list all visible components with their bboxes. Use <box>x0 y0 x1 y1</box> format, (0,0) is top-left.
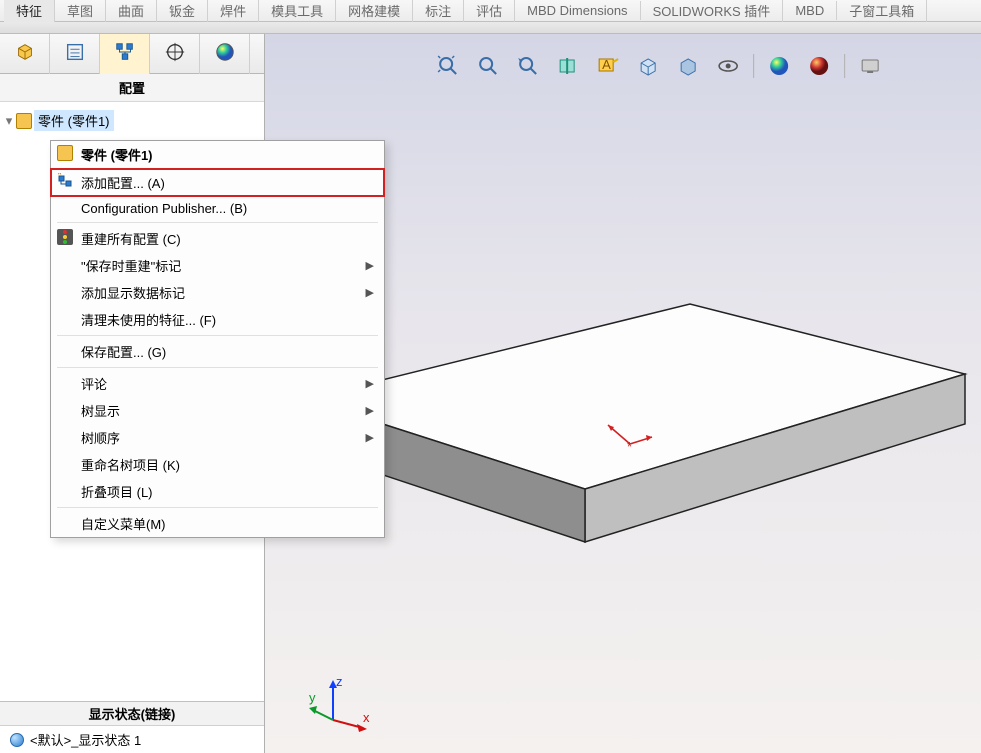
ctx-item-label: "保存时重建"标记 <box>81 256 181 275</box>
separator <box>57 367 378 368</box>
ctx-tree-order[interactable]: 树顺序 ▶ <box>51 424 384 451</box>
fm-tab-property[interactable] <box>50 34 100 74</box>
context-menu: 零件 (零件1) * 添加配置... (A) Configuration Pub… <box>50 140 385 538</box>
display-style-button[interactable] <box>673 52 703 80</box>
submenu-arrow-icon: ▶ <box>366 404 374 417</box>
ctx-item-label: 树顺序 <box>81 428 120 447</box>
separator <box>57 222 378 223</box>
ctx-item-label: 折叠项目 (L) <box>81 482 153 501</box>
tab-evaluate[interactable]: 评估 <box>464 0 515 22</box>
part-icon <box>16 113 32 129</box>
svg-text:A: A <box>602 57 611 72</box>
tab-features[interactable]: 特征 <box>4 0 55 22</box>
fm-tab-dimxpert[interactable] <box>150 34 200 74</box>
submenu-arrow-icon: ▶ <box>366 286 374 299</box>
ctx-add-configuration[interactable]: * 添加配置... (A) <box>51 169 384 196</box>
target-icon <box>164 41 186 66</box>
fm-tab-appearance[interactable] <box>200 34 250 74</box>
tab-mbd-dim[interactable]: MBD Dimensions <box>515 1 640 20</box>
view-settings-button[interactable] <box>855 52 885 80</box>
ctx-item-label: 清理未使用的特征... (F) <box>81 310 216 329</box>
ribbon-subbar <box>0 22 981 34</box>
svg-text:*: * <box>627 439 632 454</box>
view-orientation-button[interactable] <box>633 52 663 80</box>
ctx-configuration-publisher[interactable]: Configuration Publisher... (B) <box>51 196 384 220</box>
edit-appearance-button[interactable] <box>764 52 794 80</box>
tree-expand-icon[interactable]: ▾ <box>4 113 14 129</box>
tab-child-toolbox[interactable]: 子窗工具箱 <box>837 0 927 22</box>
separator <box>57 507 378 508</box>
cube-icon <box>14 41 36 66</box>
tab-sheetmetal[interactable]: 钣金 <box>157 0 208 22</box>
submenu-arrow-icon: ▶ <box>366 431 374 444</box>
ctx-item-label: 重命名树项目 (K) <box>81 455 180 474</box>
ctx-add-display-mark[interactable]: 添加显示数据标记 ▶ <box>51 279 384 306</box>
ctx-item-label: 添加显示数据标记 <box>81 283 185 302</box>
tab-moldtools[interactable]: 模具工具 <box>259 0 336 22</box>
submenu-arrow-icon: ▶ <box>366 377 374 390</box>
separator <box>753 54 754 78</box>
zoom-area-button[interactable] <box>473 52 503 80</box>
section-view-button[interactable] <box>553 52 583 80</box>
apply-scene-button[interactable] <box>804 52 834 80</box>
ctx-customize-menu[interactable]: 自定义菜单(M) <box>51 510 384 537</box>
ctx-item-label: 自定义菜单(M) <box>81 514 166 533</box>
tab-weldments[interactable]: 焊件 <box>208 0 259 22</box>
add-config-icon: * <box>57 173 73 189</box>
ctx-tree-display[interactable]: 树显示 ▶ <box>51 397 384 424</box>
tree-root-node[interactable]: 零件 (零件1) <box>34 110 114 131</box>
tab-annotate[interactable]: 标注 <box>413 0 464 22</box>
ctx-item-label: 树显示 <box>81 401 120 420</box>
ctx-item-label: Configuration Publisher... (B) <box>81 201 247 216</box>
svg-text:z: z <box>336 674 343 689</box>
dynamic-annotation-button[interactable]: A <box>593 52 623 80</box>
display-state-label: <默认>_显示状态 1 <box>30 730 141 749</box>
fm-tab-feature-tree[interactable] <box>0 34 50 74</box>
separator <box>844 54 845 78</box>
ctx-rename[interactable]: 重命名树项目 (K) <box>51 451 384 478</box>
list-icon <box>64 41 86 66</box>
traffic-light-icon <box>57 229 73 245</box>
ctx-collapse[interactable]: 折叠项目 (L) <box>51 478 384 505</box>
ctx-comment[interactable]: 评论 ▶ <box>51 370 384 397</box>
ctx-item-label: 评论 <box>81 374 107 393</box>
separator <box>57 335 378 336</box>
heads-up-toolbar: A <box>433 52 885 80</box>
globe-icon <box>10 733 24 747</box>
ctx-header: 零件 (零件1) <box>51 141 384 169</box>
tab-sw-addin[interactable]: SOLIDWORKS 插件 <box>641 0 784 22</box>
part-icon <box>57 145 73 161</box>
ctx-item-label: 添加配置... (A) <box>81 173 165 192</box>
panel-title: 配置 <box>0 74 264 102</box>
prev-view-button[interactable] <box>513 52 543 80</box>
tab-sketch[interactable]: 草图 <box>55 0 106 22</box>
tab-surfaces[interactable]: 曲面 <box>106 0 157 22</box>
ctx-item-label: 重建所有配置 (C) <box>81 229 181 248</box>
orientation-triad[interactable]: z x y <box>305 670 375 743</box>
origin-marker: * <box>600 419 660 462</box>
submenu-arrow-icon: ▶ <box>366 259 374 272</box>
appearance-sphere-icon <box>214 41 236 66</box>
ctx-clean-unused[interactable]: 清理未使用的特征... (F) <box>51 306 384 333</box>
display-state-title: 显示状态(链接) <box>0 702 264 726</box>
ctx-save-config[interactable]: 保存配置... (G) <box>51 338 384 365</box>
display-state-section: 显示状态(链接) <默认>_显示状态 1 <box>0 701 264 753</box>
hide-show-button[interactable] <box>713 52 743 80</box>
ctx-rebuild-all[interactable]: 重建所有配置 (C) <box>51 225 384 252</box>
fm-tab-configuration[interactable] <box>100 34 150 74</box>
zoom-fit-button[interactable] <box>433 52 463 80</box>
display-state-item[interactable]: <默认>_显示状态 1 <box>0 726 264 753</box>
ctx-save-rebuild-mark[interactable]: "保存时重建"标记 ▶ <box>51 252 384 279</box>
ctx-item-label: 保存配置... (G) <box>81 342 166 361</box>
config-tree-icon <box>114 41 136 66</box>
command-manager-tabs: 特征 草图 曲面 钣金 焊件 模具工具 网格建模 标注 评估 MBD Dimen… <box>0 0 981 22</box>
tab-mbd[interactable]: MBD <box>783 1 837 20</box>
tab-mesh[interactable]: 网格建模 <box>336 0 413 22</box>
feature-manager-tabs <box>0 34 264 74</box>
ctx-header-label: 零件 (零件1) <box>81 145 153 164</box>
svg-text:y: y <box>309 690 316 705</box>
svg-text:x: x <box>363 710 370 725</box>
svg-text:*: * <box>57 173 62 182</box>
